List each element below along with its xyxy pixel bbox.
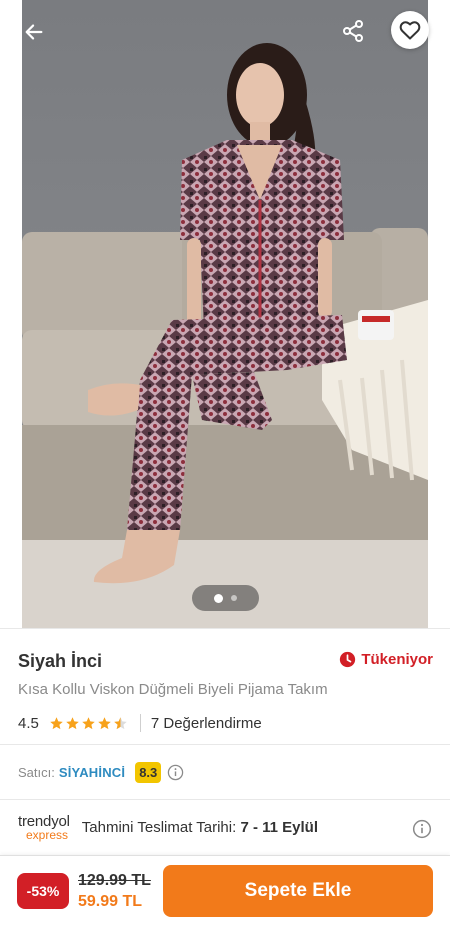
delivery-estimate: Tahmini Teslimat Tarihi: 7 - 11 Eylül (82, 819, 318, 836)
star-full-icon (82, 716, 95, 729)
delivery-label: Tahmini Teslimat Tarihi: (81, 819, 237, 836)
star-half-icon (114, 716, 127, 729)
purchase-bar: -53% 129.99 TL 59.99 TL Sepete Ekle (0, 855, 450, 925)
share-button[interactable] (334, 12, 372, 50)
trendyol-express-logo: trendyol express (18, 814, 70, 841)
rating-value: 4.5 (18, 714, 39, 732)
original-price: 129.99 TL (78, 872, 151, 889)
logo-line-2: express (26, 828, 69, 842)
clock-icon (340, 651, 356, 668)
back-button[interactable] (16, 14, 52, 50)
product-photo-illustration (22, 0, 428, 628)
delivery-row: trendyol express Tahmini Teslimat Tarihi… (0, 799, 450, 855)
stock-status: Tükeniyor (339, 651, 433, 668)
seller-label: Satıcı: (18, 764, 55, 780)
rating-stars (49, 716, 128, 731)
product-photo[interactable] (22, 0, 428, 628)
seller-score-badge: 8.3 (135, 761, 162, 783)
pagination-dot-active[interactable] (214, 593, 223, 603)
product-info: Siyah İnci Tükeniyor Kısa Kollu Viskon D… (0, 628, 450, 744)
favorite-button[interactable] (391, 11, 429, 49)
seller-row: Satıcı: SİYAHİNCİ 8.3 (0, 744, 450, 799)
product-title: Kısa Kollu Viskon Düğmeli Biyeli Pijama … (18, 681, 328, 698)
brand-name[interactable]: Siyah İnci (18, 651, 102, 672)
review-count-link[interactable]: 7 Değerlendirme (151, 715, 262, 732)
rating-divider (139, 714, 141, 732)
star-full-icon (98, 716, 111, 729)
share-icon (343, 20, 363, 42)
arrow-left-icon (25, 24, 43, 40)
product-image-gallery[interactable] (0, 0, 450, 628)
heart-outline-icon (399, 21, 421, 40)
delivery-info-icon[interactable] (412, 819, 432, 839)
add-to-cart-button[interactable]: Sepete Ekle (163, 865, 433, 917)
star-full-icon (50, 716, 63, 729)
rating-row[interactable]: 4.5 7 Değerlendirme (18, 713, 262, 733)
star-full-icon (66, 716, 79, 729)
delivery-dates: 7 - 11 Eylül (240, 819, 318, 836)
gallery-pagination (192, 585, 259, 611)
info-icon[interactable] (167, 764, 184, 781)
logo-line-1: trendyol (18, 813, 70, 830)
stock-status-label: Tükeniyor (361, 651, 433, 668)
seller-name-link[interactable]: SİYAHİNCİ (59, 765, 125, 780)
sale-price: 59.99 TL (78, 893, 143, 910)
discount-badge: -53% (17, 873, 69, 909)
pagination-dot[interactable] (231, 595, 237, 601)
